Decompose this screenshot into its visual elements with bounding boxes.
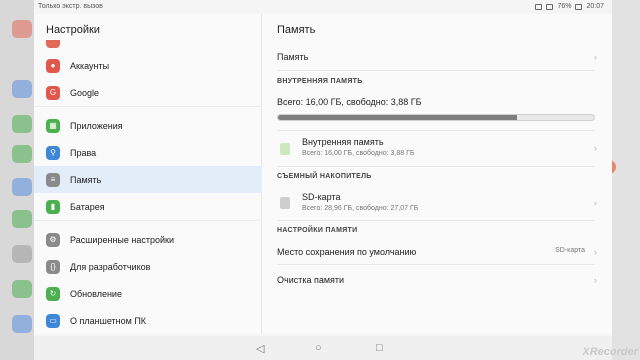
- permissions-icon: ⚲: [46, 145, 60, 160]
- memory-cleanup-row[interactable]: Очистка памяти ›: [277, 275, 597, 285]
- default-location-value: SD-карта: [555, 247, 585, 254]
- apps-icon: ▦: [46, 118, 60, 133]
- battery-level: 76%: [557, 3, 572, 10]
- status-bar: Только экстр. вызов 76% 20:07: [34, 0, 612, 14]
- menu-item-permissions[interactable]: ⚲ Права: [34, 139, 262, 166]
- storage-summary: Всего: 16,00 ГБ, свободно: 3,88 ГБ: [277, 97, 422, 107]
- tablet-icon: ▭: [46, 313, 60, 328]
- menu-item-apps[interactable]: ▦ Приложения: [34, 112, 262, 139]
- settings-section-header: НАСТРОЙКИ ПАМЯТИ: [277, 227, 358, 234]
- watermark: XRecorder: [582, 346, 638, 358]
- default-location-row[interactable]: Место сохранения по умолчанию SD-карта ›: [277, 247, 597, 257]
- google-icon: G: [46, 85, 60, 100]
- settings-list-pane: Настройки ● Аккаунты G Google ▦ Приложен…: [34, 14, 262, 334]
- removable-section-header: СЪЕМНЫЙ НАКОПИТЕЛЬ: [277, 173, 372, 180]
- chevron-right-icon: ›: [594, 52, 597, 62]
- sd-card-item[interactable]: SD-карта Всего: 28,96 ГБ, свободно: 27,0…: [302, 192, 597, 212]
- battery-icon: [575, 3, 583, 10]
- screen-icon: [535, 3, 543, 10]
- menu-item-developers[interactable]: {} Для разработчиков: [34, 253, 262, 280]
- storage-detail-pane: Память Память › ВНУТРЕННЯЯ ПАМЯТЬ Всего:…: [262, 14, 612, 334]
- chevron-right-icon: ›: [594, 143, 597, 153]
- storage-icon: ≡: [46, 172, 60, 187]
- internal-storage-item[interactable]: Внутренняя память Всего: 16,00 ГБ, свобо…: [302, 137, 597, 157]
- account-icon: ●: [46, 58, 60, 73]
- page-title: Память: [277, 24, 316, 36]
- storage-usage-fill: [278, 115, 518, 120]
- wifi-icon: [546, 3, 554, 10]
- braces-icon: {}: [46, 259, 60, 274]
- chevron-right-icon: ›: [594, 198, 597, 208]
- sd-card-icon: [280, 197, 290, 209]
- menu-item-update[interactable]: ↻ Обновление: [34, 280, 262, 307]
- background-right: [602, 0, 640, 360]
- internal-section-header: ВНУТРЕННЯЯ ПАМЯТЬ: [277, 78, 363, 85]
- memory-row[interactable]: Память ›: [277, 52, 597, 62]
- menu-item-advanced[interactable]: ⚙ Расширенные настройки: [34, 226, 262, 253]
- battery-menu-icon: ▮: [46, 199, 60, 214]
- settings-title: Настройки: [46, 24, 100, 36]
- recents-icon[interactable]: □: [376, 342, 383, 354]
- internal-storage-icon: [280, 143, 290, 155]
- menu-item-accounts[interactable]: ● Аккаунты: [34, 52, 262, 79]
- chevron-right-icon: ›: [594, 247, 597, 257]
- storage-usage-bar: [277, 114, 595, 121]
- menu-item-about[interactable]: ▭ О планшетном ПК: [34, 307, 262, 334]
- menu-item-storage[interactable]: ≡ Память: [34, 166, 262, 193]
- status-text: Только экстр. вызов: [38, 3, 103, 10]
- gear-icon: ⚙: [46, 232, 60, 247]
- chevron-right-icon: ›: [594, 275, 597, 285]
- update-icon: ↻: [46, 286, 60, 301]
- navigation-bar: ◁ ○ □: [34, 336, 612, 360]
- clock: 20:07: [586, 3, 604, 10]
- back-icon[interactable]: ◁: [256, 342, 264, 355]
- menu-item-google[interactable]: G Google: [34, 79, 262, 106]
- home-icon[interactable]: ○: [315, 342, 322, 354]
- menu-item-battery[interactable]: ▮ Батарея: [34, 193, 262, 220]
- tablet-screen: Только экстр. вызов 76% 20:07 Настройки …: [34, 0, 612, 360]
- background-left: [0, 0, 38, 360]
